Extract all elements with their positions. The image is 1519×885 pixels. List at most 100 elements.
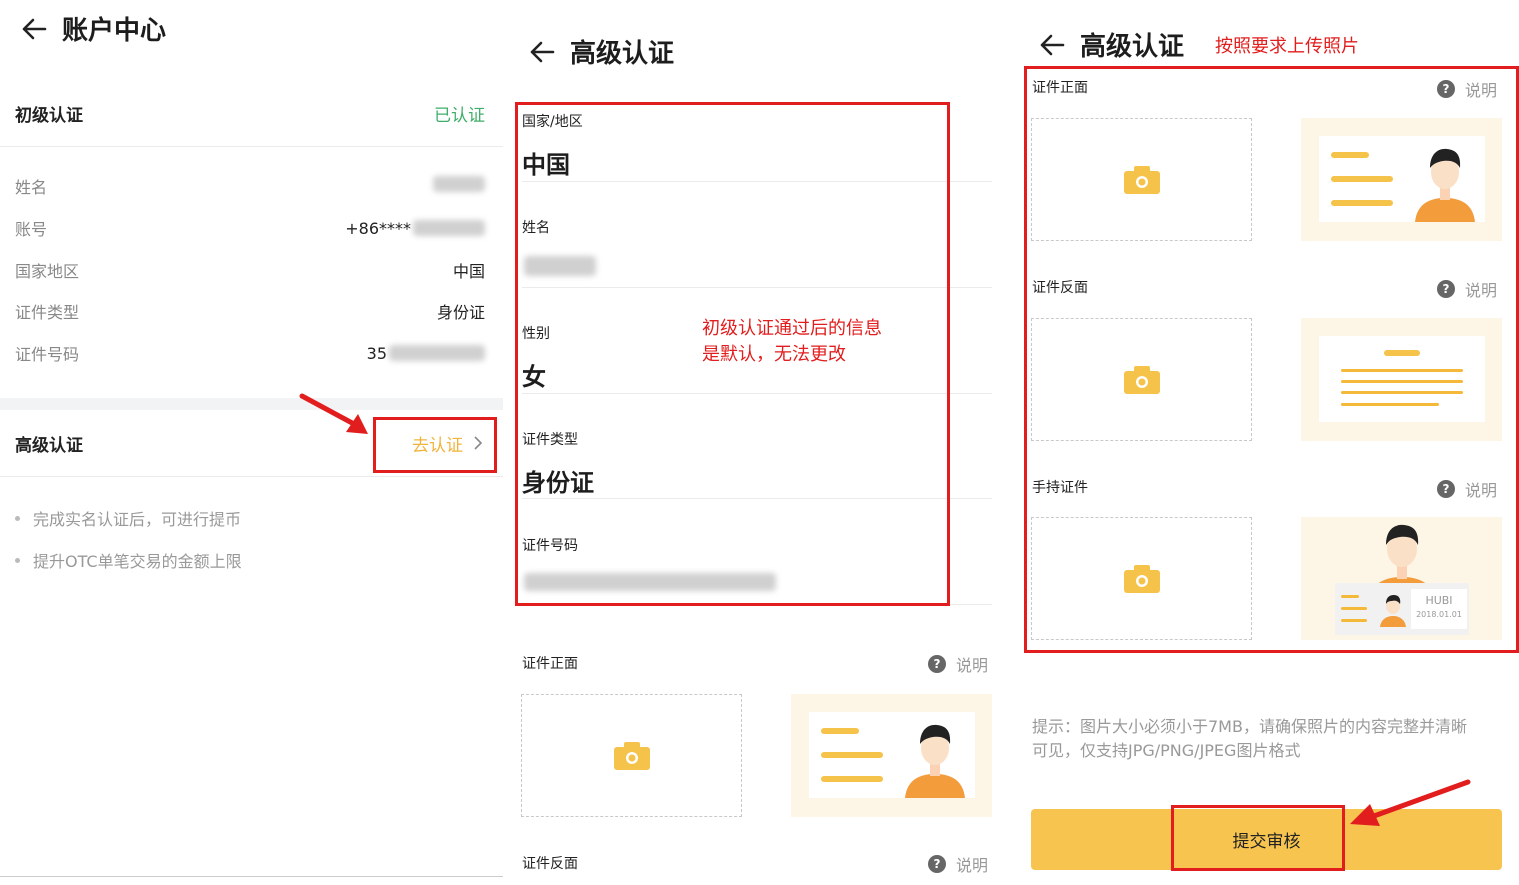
benefit-text: 完成实名认证后，可进行提币 [33, 510, 242, 529]
section-gap [0, 398, 503, 410]
camera-icon [613, 741, 650, 770]
upload-handheld-box[interactable] [1031, 517, 1252, 640]
help-label: 说明 [1465, 481, 1498, 500]
info-label: 国家地区 [15, 262, 80, 281]
bottom-line [0, 876, 503, 877]
header: 高级认证 [1038, 26, 1184, 63]
chevron-right-icon [474, 436, 483, 450]
divider [522, 287, 992, 288]
back-arrow-icon[interactable] [1038, 31, 1066, 59]
header: 账户中心 [20, 10, 166, 47]
blurred-id-number [524, 573, 776, 591]
annotation-text: 初级认证通过后的信息 是默认，无法更改 [702, 318, 882, 365]
info-label: 证件号码 [15, 345, 80, 364]
sample-front-image [791, 694, 992, 817]
section-label-back: 证件反面 [1032, 280, 1088, 296]
go-verify-label: 去认证 [412, 435, 463, 456]
divider [522, 498, 992, 499]
help-label: 说明 [1465, 81, 1498, 100]
annotation-arrow-icon [1350, 779, 1471, 826]
upload-front-box[interactable] [521, 694, 742, 817]
field-value: 身份证 [522, 469, 594, 497]
field-value: 女 [522, 363, 546, 391]
info-row-country: 国家地区 中国 [0, 257, 503, 283]
info-row-id-type: 证件类型 身份证 [0, 298, 503, 324]
header: 高级认证 [528, 33, 674, 70]
sample-handheld-image: HUBI 2018.01.01 [1301, 517, 1502, 640]
info-value: 35 [367, 344, 485, 363]
card-info-area: HUBI 2018.01.01 [1411, 589, 1467, 629]
blurred-name [524, 256, 596, 276]
advanced-verification-label: 高级认证 [15, 435, 83, 456]
upload-tip: 提示：图片大小必须小于7MB，请确保照片的内容完整并清晰 可见，仅支持JPG/P… [1032, 717, 1467, 760]
id-card-front [809, 712, 975, 798]
question-icon: ? [1437, 480, 1455, 498]
page-title: 高级认证 [1080, 32, 1185, 62]
info-label: 证件类型 [15, 303, 80, 322]
basic-verification-row: 初级认证 已认证 [0, 98, 503, 128]
field-label: 性别 [522, 326, 550, 342]
info-row-account: 账号 +86**** [0, 215, 503, 241]
annotation-arrow-icon [299, 393, 368, 434]
question-icon: ? [928, 855, 946, 873]
camera-icon [1123, 564, 1160, 593]
held-id-card: HUBI 2018.01.01 [1335, 583, 1469, 635]
help-link[interactable]: ? 说明 [1437, 277, 1497, 301]
person-icon [905, 724, 965, 798]
section-label-front: 证件正面 [522, 656, 578, 672]
divider [522, 181, 992, 182]
back-arrow-icon[interactable] [20, 15, 48, 43]
benefit-text: 提升OTC单笔交易的金额上限 [33, 552, 242, 571]
help-link[interactable]: ? 说明 [1437, 77, 1497, 101]
question-icon: ? [928, 655, 946, 673]
question-icon: ? [1437, 280, 1455, 298]
id-card-back [1319, 336, 1485, 422]
account-center-panel: 账户中心 初级认证 已认证 姓名 账号 +86**** 国家地区 中国 证件类型… [0, 0, 503, 885]
card-date: 2018.01.01 [1416, 610, 1462, 619]
help-label: 说明 [956, 656, 989, 675]
help-link[interactable]: ? 说明 [928, 852, 988, 876]
upload-back-box[interactable] [1031, 318, 1252, 441]
info-value: 身份证 [436, 303, 485, 322]
basic-verification-label: 初级认证 [15, 105, 83, 126]
sample-back-image [1301, 318, 1502, 441]
sample-front-image [1301, 118, 1502, 241]
field-label: 证件号码 [522, 538, 578, 554]
info-row-id-number: 证件号码 35 [0, 340, 503, 366]
card-brand: HUBI [1425, 594, 1453, 607]
upload-photos-panel: 高级认证 按照要求上传照片 证件正面 ? 说明 证件反面 ? 说明 手持证件 ?… [1018, 0, 1519, 885]
info-value [433, 176, 485, 196]
divider [0, 146, 503, 147]
person-icon [1415, 148, 1475, 222]
info-row-name: 姓名 [0, 173, 503, 199]
verified-status: 已认证 [434, 105, 485, 126]
camera-icon [1123, 165, 1160, 194]
advanced-verification-row[interactable]: 高级认证 去认证 [0, 410, 503, 476]
camera-icon [1123, 365, 1160, 394]
divider [522, 604, 992, 605]
page-title: 账户中心 [62, 16, 167, 46]
bullet-dot [15, 557, 20, 563]
field-value: 中国 [522, 151, 570, 179]
page-title: 高级认证 [570, 39, 675, 69]
mini-person-icon [1380, 595, 1406, 627]
bullet-dot [15, 515, 20, 521]
divider [0, 476, 503, 477]
submit-label: 提交审核 [1232, 832, 1301, 852]
help-label: 说明 [1465, 281, 1498, 300]
annotation-text: 按照要求上传照片 [1215, 36, 1359, 57]
field-label: 证件类型 [522, 432, 578, 448]
section-label-front: 证件正面 [1032, 80, 1088, 96]
divider [522, 393, 992, 394]
help-link[interactable]: ? 说明 [1437, 477, 1497, 501]
info-value: 中国 [452, 262, 485, 281]
info-label: 姓名 [15, 178, 48, 197]
go-verify-link[interactable]: 去认证 [412, 431, 485, 456]
upload-front-box[interactable] [1031, 118, 1252, 241]
back-arrow-icon[interactable] [528, 38, 556, 66]
info-label: 账号 [15, 220, 48, 239]
id-card-front [1319, 136, 1485, 222]
benefit-item: 提升OTC单笔交易的金额上限 [15, 548, 242, 572]
help-link[interactable]: ? 说明 [928, 652, 988, 676]
help-label: 说明 [956, 856, 989, 875]
